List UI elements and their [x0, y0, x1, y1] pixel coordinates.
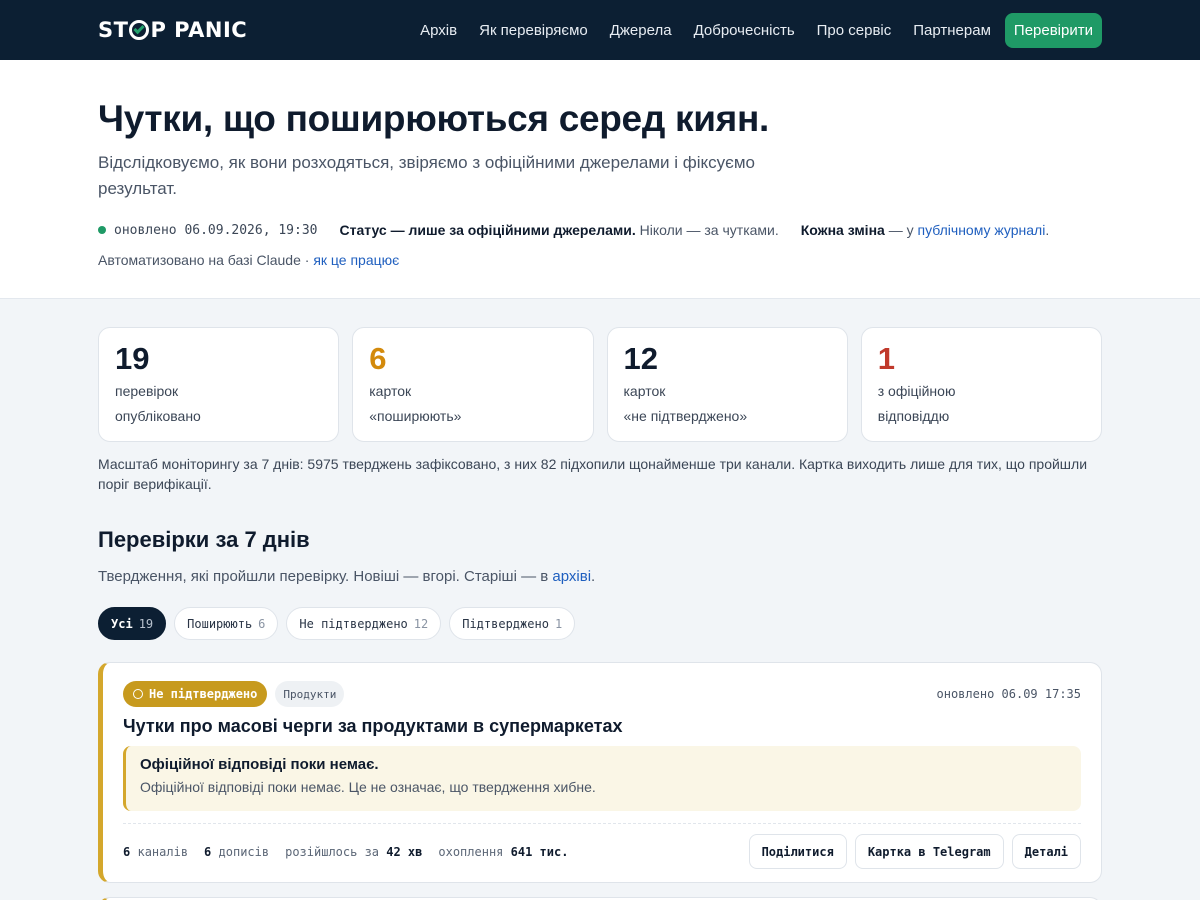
section-title: Перевірки за 7 днів [98, 527, 310, 552]
metric-value: 6 [123, 844, 131, 859]
stat-label-line1: карток [369, 383, 412, 399]
section-subtitle-text: Твердження, які пройшли перевірку. Новіш… [98, 568, 553, 585]
stat-label-line1: з офіційною [877, 383, 956, 399]
official-response-note: Офіційної відповіді поки немає. Офіційно… [123, 746, 1081, 811]
live-status-dot-icon [98, 226, 106, 234]
section-subtitle: Твердження, які пройшли перевірку. Новіш… [98, 568, 1102, 585]
filter-chip-label: Поширюють [187, 616, 253, 631]
filter-chip-count: 6 [258, 616, 266, 631]
stat-label-line2: «не підтверджено» [623, 408, 748, 424]
how-it-works-link[interactable]: як це працює [313, 252, 399, 268]
telegram-card-button[interactable]: Картка в Telegram [854, 834, 1004, 869]
monitoring-scale-note: Масштаб моніторингу за 7 днів: 5975 твер… [98, 456, 1088, 492]
meta-row: оновлено 06.09.2026, 19:30 Статус — лише… [98, 222, 1102, 238]
status-badge-label: Не підтверджено [149, 687, 258, 701]
automation-note: Автоматизовано на базі Claude · як це пр… [98, 252, 1102, 268]
nav-link-about[interactable]: Про сервіс [817, 22, 892, 39]
page-title: Чутки, що поширюються серед киян. [98, 98, 769, 139]
stat-number: 6 [369, 341, 387, 376]
metric-label: дописів [218, 844, 270, 859]
card-footer: 6 каналів 6 дописів розійшлось за 42 хв … [123, 823, 1081, 869]
status-policy-bold: Статус — лише за офіційними джерелами. [339, 222, 636, 238]
filter-chip-label: Усі [111, 616, 133, 631]
nav-link-sources[interactable]: Джерела [610, 22, 672, 39]
filter-chip-count: 19 [138, 616, 154, 631]
stat-label-line1: перевірок [115, 383, 179, 399]
filter-chip-all[interactable]: Усі 19 [98, 607, 167, 640]
filter-chip-count: 1 [554, 616, 563, 631]
stat-number: 1 [877, 341, 895, 376]
stat-card-published: 19 перевірок опубліковано [98, 327, 340, 442]
section-subtitle-end: . [591, 568, 596, 585]
card-header: Не підтверджено Продукти оновлено 06.09 … [123, 681, 1081, 707]
main-content: 19 перевірок опубліковано 6 карток «поши… [0, 299, 1200, 900]
category-tag: Продукти [275, 681, 345, 707]
stat-card-unconfirmed: 12 карток «не підтверджено» [606, 327, 848, 442]
metric-channels: 6 каналів [123, 845, 188, 859]
metric-value: 42 хв [386, 844, 423, 859]
public-journal-link[interactable]: публічному журналі [918, 222, 1046, 238]
rumor-card: Не підтверджено Продукти оновлено 06.09 … [98, 662, 1102, 883]
nav-link-integrity[interactable]: Доброчесність [694, 22, 795, 39]
check-button[interactable]: Перевірити [1004, 12, 1102, 48]
filter-chips: Усі 19 Поширюють 6 Не підтверджено 12 Підтв… [98, 607, 1102, 640]
filter-chip-count: 12 [413, 616, 429, 631]
stats-row: 19 перевірок опубліковано 6 карток «поши… [98, 327, 1102, 442]
status-policy-rest: Ніколи — за чутками. [635, 222, 779, 238]
stat-label-line2: відповіддю [877, 408, 950, 424]
card-title[interactable]: Чутки про масові черги за продуктами в с… [123, 716, 1081, 737]
metric-value: 641 тис. [510, 844, 569, 859]
journal-note-end: . [1045, 222, 1050, 238]
logo[interactable]: ST P PANIC [98, 18, 247, 42]
hero: Чутки, що поширюються серед киян. Відслі… [0, 60, 1200, 299]
metric-label: розійшлось за [285, 844, 380, 859]
nav-link-archive[interactable]: Архів [420, 22, 457, 39]
metric-value: 6 [204, 844, 212, 859]
filter-chip-spreading[interactable]: Поширюють 6 [174, 607, 279, 640]
stat-label-line2: «поширюють» [369, 408, 462, 424]
note-title: Офіційної відповіді поки немає. [140, 756, 379, 773]
details-button[interactable]: Деталі [1011, 834, 1081, 869]
status-badge: Не підтверджено [123, 681, 268, 707]
metric-spread-time: розійшлось за 42 хв [285, 845, 422, 859]
stat-card-spreading: 6 карток «поширюють» [352, 327, 594, 442]
logo-check-icon [129, 20, 150, 40]
metric-label: охоплення [438, 844, 504, 859]
stat-number: 12 [623, 341, 658, 376]
last-updated: оновлено 06.09.2026, 19:30 [114, 222, 318, 238]
journal-note-mid: — у [884, 222, 918, 238]
nav-links: Архів Як перевіряємо Джерела Доброчесніс… [398, 12, 1102, 48]
nav-link-partners[interactable]: Партнерам [913, 22, 991, 39]
filter-chip-label: Не підтверджено [299, 616, 408, 631]
automation-text: Автоматизовано на базі Claude · [98, 252, 314, 268]
top-nav: ST P PANIC Архів Як перевіряємо Джерела … [0, 0, 1200, 60]
nav-link-how-we-check[interactable]: Як перевіряємо [479, 22, 588, 39]
card-actions: Поділитися Картка в Telegram Деталі [748, 834, 1081, 869]
card-updated: оновлено 06.09 17:35 [936, 687, 1082, 701]
logo-text-end: P PANIC [150, 18, 248, 42]
share-button[interactable]: Поділитися [748, 834, 847, 869]
stat-number: 19 [115, 341, 150, 376]
hero-subtitle: Відслідковуємо, як вони розходяться, зві… [98, 153, 755, 198]
stat-label-line2: опубліковано [115, 408, 201, 424]
archive-link[interactable]: архіві [552, 568, 591, 585]
filter-chip-unconfirmed[interactable]: Не підтверджено 12 [286, 607, 442, 640]
filter-chip-confirmed[interactable]: Підтверджено 1 [449, 607, 576, 640]
journal-note: Кожна зміна — у публічному журналі. [801, 222, 1049, 238]
status-policy: Статус — лише за офіційними джерелами. Н… [340, 222, 779, 238]
filter-chip-label: Підтверджено [462, 616, 549, 631]
note-body: Офіційної відповіді поки немає. Це не оз… [140, 779, 596, 795]
journal-note-bold: Кожна зміна [800, 222, 885, 238]
logo-text-start: ST [98, 18, 129, 42]
metric-posts: 6 дописів [204, 845, 269, 859]
metric-reach: охоплення 641 тис. [438, 845, 568, 859]
stat-label-line1: карток [623, 383, 666, 399]
stat-card-official: 1 з офіційною відповіддю [860, 327, 1102, 442]
circle-icon [133, 689, 143, 699]
metric-label: каналів [137, 844, 189, 859]
